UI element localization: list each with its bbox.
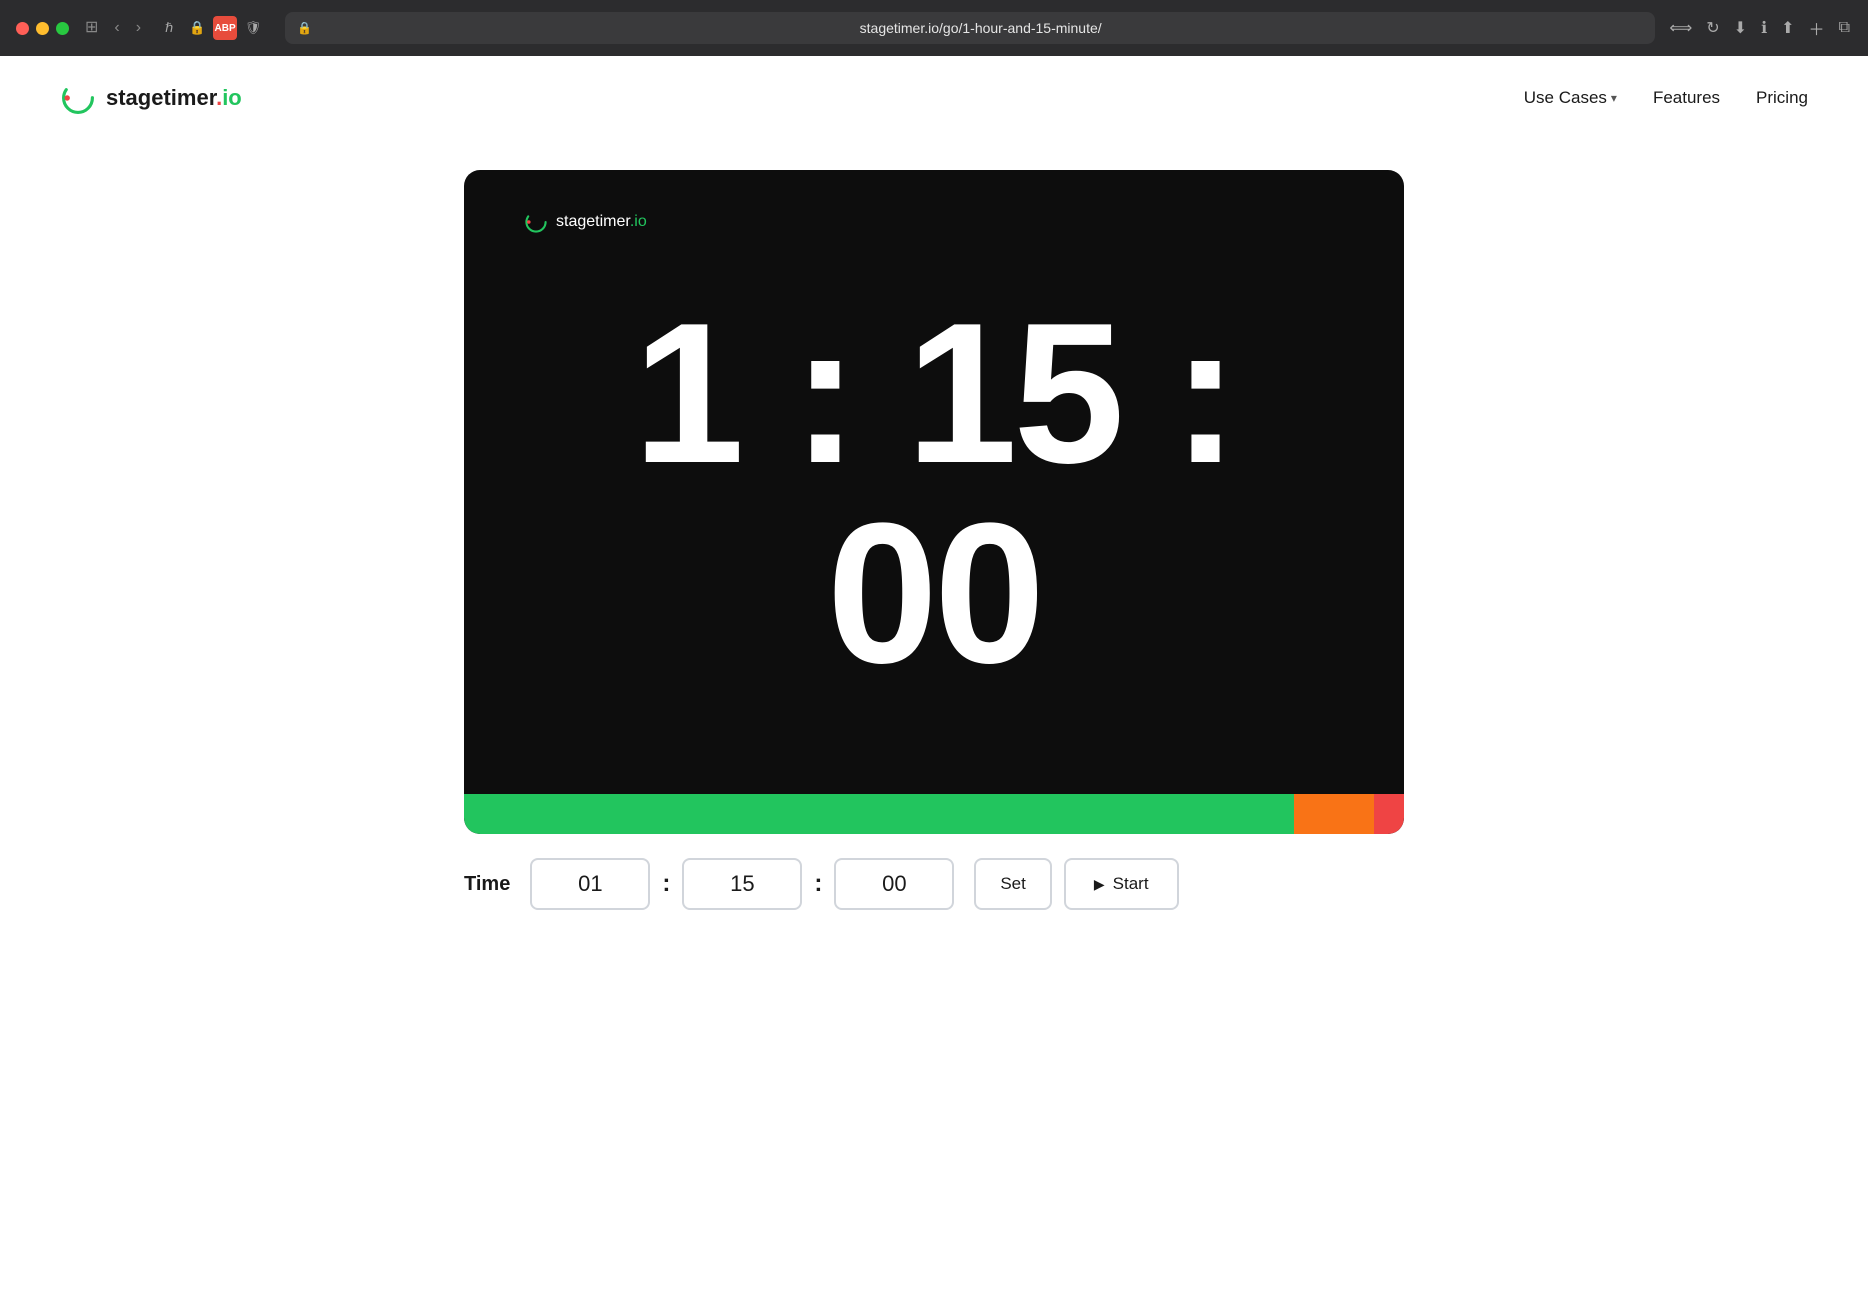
address-bar[interactable]: 🔒 stagetimer.io/go/1-hour-and-15-minute/ <box>285 12 1655 44</box>
timer-brand-icon <box>524 210 548 234</box>
separator-1: : <box>662 870 670 898</box>
navigation: stagetimer.io Use Cases Features Pricing <box>0 56 1868 140</box>
start-label: Start <box>1113 874 1149 894</box>
honey-extension-icon[interactable]: ℏ <box>157 16 181 40</box>
logo-text: stagetimer.io <box>106 85 242 111</box>
reload-button[interactable]: ↻ <box>1704 16 1721 40</box>
start-button[interactable]: ▶ Start <box>1064 858 1179 910</box>
nav-features[interactable]: Features <box>1653 88 1720 108</box>
logo-io: io <box>222 85 242 110</box>
timer-time-display: 1 : 15 : 00 <box>524 234 1344 734</box>
forward-button[interactable]: › <box>132 18 145 38</box>
logo[interactable]: stagetimer.io <box>60 80 242 116</box>
timer-display: stagetimer.io 1 : 15 : 00 <box>464 170 1404 834</box>
adblock-extension-icon[interactable]: ABP <box>213 16 237 40</box>
sidebar-toggle-button[interactable]: ⊞ <box>81 18 102 38</box>
download-button[interactable]: ⬇ <box>1732 16 1749 40</box>
nav-links: Use Cases Features Pricing <box>1524 88 1808 108</box>
set-button[interactable]: Set <box>974 858 1052 910</box>
extension-icons: ℏ 🔒 ABP 🛡 <box>157 16 265 40</box>
progress-green <box>464 794 1294 834</box>
hours-input[interactable] <box>530 858 650 910</box>
timer-controls: Time : : Set ▶ Start <box>464 834 1404 910</box>
seconds-input[interactable] <box>834 858 954 910</box>
minimize-button[interactable] <box>36 22 49 35</box>
share-button[interactable]: ⬆ <box>1779 16 1796 40</box>
main-content: stagetimer.io 1 : 15 : 00 Time : <box>0 140 1868 910</box>
timer-inner: stagetimer.io 1 : 15 : 00 <box>464 170 1404 794</box>
info-button[interactable]: ℹ <box>1759 16 1769 40</box>
shield-extension-icon[interactable]: 🛡 <box>241 16 265 40</box>
tabs-button[interactable]: ⧉ <box>1837 17 1852 39</box>
lock-icon: 🔒 <box>297 21 312 35</box>
progress-bar <box>464 794 1404 834</box>
url-text: stagetimer.io/go/1-hour-and-15-minute/ <box>318 20 1643 36</box>
timer-brand-text: stagetimer.io <box>556 213 647 231</box>
minutes-input[interactable] <box>682 858 802 910</box>
back-button[interactable]: ‹ <box>110 18 123 38</box>
timer-brand: stagetimer.io <box>524 210 1344 234</box>
lock-extension-icon[interactable]: 🔒 <box>185 16 209 40</box>
browser-chrome: ⊞ ‹ › ℏ 🔒 ABP 🛡 🔒 stagetimer.io/go/1-hou… <box>0 0 1868 56</box>
page: stagetimer.io Use Cases Features Pricing <box>0 56 1868 1290</box>
time-label: Time <box>464 873 510 896</box>
traffic-lights <box>16 22 69 35</box>
maximize-button[interactable] <box>56 22 69 35</box>
translate-button[interactable]: ⟺ <box>1667 16 1694 40</box>
play-icon: ▶ <box>1094 876 1105 893</box>
timer-container: stagetimer.io 1 : 15 : 00 Time : <box>464 170 1404 910</box>
logo-icon <box>60 80 96 116</box>
progress-red <box>1374 794 1404 834</box>
nav-use-cases[interactable]: Use Cases <box>1524 88 1617 108</box>
browser-actions: ⟺ ↻ ⬇ ℹ ⬆ ＋ ⧉ <box>1667 14 1852 42</box>
nav-pricing[interactable]: Pricing <box>1756 88 1808 108</box>
separator-2: : <box>814 870 822 898</box>
close-button[interactable] <box>16 22 29 35</box>
new-tab-button[interactable]: ＋ <box>1807 14 1827 42</box>
browser-controls: ⊞ ‹ › <box>81 18 145 38</box>
progress-orange <box>1294 794 1374 834</box>
